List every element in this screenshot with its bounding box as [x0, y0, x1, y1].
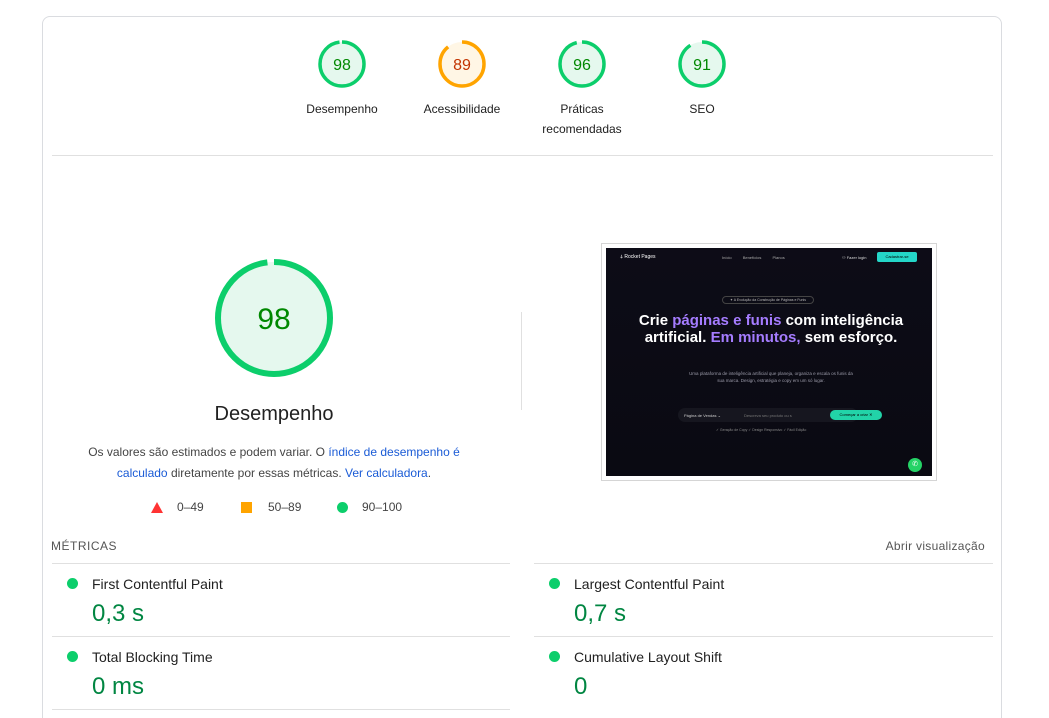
- metric-tbt: Total Blocking Time 0 ms: [52, 637, 512, 709]
- gauge-score: 91: [693, 57, 711, 74]
- gauge-score: 98: [333, 57, 351, 74]
- circle-icon: [337, 501, 348, 513]
- vertical-divider: [521, 312, 522, 410]
- gauge-seo[interactable]: 91 SEO: [647, 39, 757, 119]
- triangle-icon: [151, 501, 163, 513]
- gauge-label: SEO: [689, 102, 715, 116]
- gauge-label: Práticas recomendadas: [527, 99, 637, 139]
- gauge-best-practices[interactable]: 96 Práticas recomendadas: [527, 39, 637, 139]
- metric-name: First Contentful Paint: [92, 576, 223, 592]
- metric-name: Largest Contentful Paint: [574, 576, 725, 592]
- desc-text: Os valores são estimados e podem variar.…: [88, 445, 329, 459]
- gauge-score: 89: [453, 57, 471, 74]
- divider: [52, 155, 993, 156]
- gauge-label: Acessibilidade: [423, 102, 501, 116]
- square-icon: [241, 501, 252, 513]
- gauge-label: Desempenho: [306, 102, 378, 116]
- calculator-link[interactable]: Ver calculadora: [345, 466, 428, 480]
- thumb-select: Página de Vendas ⌄: [684, 413, 721, 418]
- metric-value: 0,7 s: [574, 600, 627, 627]
- metric-fcp: First Contentful Paint 0,3 s: [52, 564, 512, 636]
- category-gauges: 98 Desempenho 89 Acessibilidade 96 Práti…: [43, 17, 1001, 157]
- performance-gauge: 98: [215, 259, 333, 377]
- lighthouse-report: 98 Desempenho 89 Acessibilidade 96 Práti…: [42, 16, 1002, 718]
- legend-average: 50–89: [241, 500, 301, 514]
- metric-cls: Cumulative Layout Shift 0: [534, 637, 994, 709]
- divider: [52, 709, 510, 710]
- legend-average-label: 50–89: [268, 500, 302, 514]
- screenshot-content: ⍋ Rocket Pages Início Benefícios Planos …: [606, 248, 932, 476]
- thumb-features: ✓ Geração de Copy ✓ Design Responsivo ✓ …: [716, 428, 807, 432]
- metric-name: Cumulative Layout Shift: [574, 649, 722, 665]
- thumb-go-button: Começar a criar ✕: [830, 410, 882, 420]
- thumb-cta: Cadastrar-se: [877, 252, 917, 262]
- gauge-accessibility[interactable]: 89 Acessibilidade: [407, 39, 517, 119]
- gauge-ring: 91: [678, 40, 726, 88]
- toggle-view-button[interactable]: Abrir visualização: [886, 539, 985, 553]
- performance-score: 98: [257, 303, 290, 336]
- legend-fail-label: 0–49: [177, 500, 204, 514]
- gauge-ring: 89: [438, 40, 486, 88]
- legend-fail: 0–49: [151, 500, 204, 514]
- gauge-label-line1: Práticas: [560, 102, 604, 116]
- metric-value: 0: [574, 673, 588, 700]
- final-screenshot[interactable]: ⍋ Rocket Pages Início Benefícios Planos …: [601, 243, 937, 481]
- pass-circle-icon: [67, 651, 78, 662]
- desc-text: .: [427, 466, 432, 480]
- legend-pass-label: 90–100: [362, 500, 403, 514]
- gauge-ring: 98: [318, 40, 366, 88]
- thumb-nav-link: Planos: [772, 255, 785, 260]
- thumb-subtitle: Uma plataforma de inteligência artificia…: [689, 371, 853, 383]
- legend-pass: 90–100: [337, 500, 402, 514]
- metric-value: 0,3 s: [92, 600, 145, 627]
- metric-value: 0 ms: [92, 673, 145, 700]
- pass-circle-icon: [67, 578, 78, 589]
- thumb-login: ⚇ Fazer login: [842, 255, 867, 260]
- whatsapp-icon: ✆: [908, 458, 922, 472]
- metric-lcp: Largest Contentful Paint 0,7 s: [534, 564, 994, 636]
- pass-circle-icon: [549, 651, 560, 662]
- desc-text: diretamente por essas métricas.: [167, 466, 346, 480]
- thumb-nav-link: Benefícios: [742, 255, 762, 260]
- gauge-ring: 96: [558, 40, 606, 88]
- performance-description: Os valores são estimados e podem variar.…: [83, 442, 465, 484]
- metric-name: Total Blocking Time: [92, 649, 213, 665]
- gauge-score: 96: [573, 57, 591, 74]
- thumb-input: Descreva seu produto ou s: [744, 413, 792, 418]
- gauge-performance[interactable]: 98 Desempenho: [287, 39, 397, 119]
- thumb-headline: Crie páginas e funis com inteligência ar…: [638, 312, 904, 346]
- thumb-nav: Início Benefícios Planos: [722, 255, 795, 260]
- thumb-nav-link: Início: [722, 255, 732, 260]
- gauge-label-line2: recomendadas: [542, 122, 622, 136]
- thumb-pill: ✦ A Evolução da Construção de Páginas e …: [722, 296, 814, 304]
- thumb-brand: ⍋ Rocket Pages: [620, 254, 656, 260]
- metrics-heading: MÉTRICAS: [51, 539, 118, 553]
- performance-title: Desempenho: [214, 403, 334, 425]
- pass-circle-icon: [549, 578, 560, 589]
